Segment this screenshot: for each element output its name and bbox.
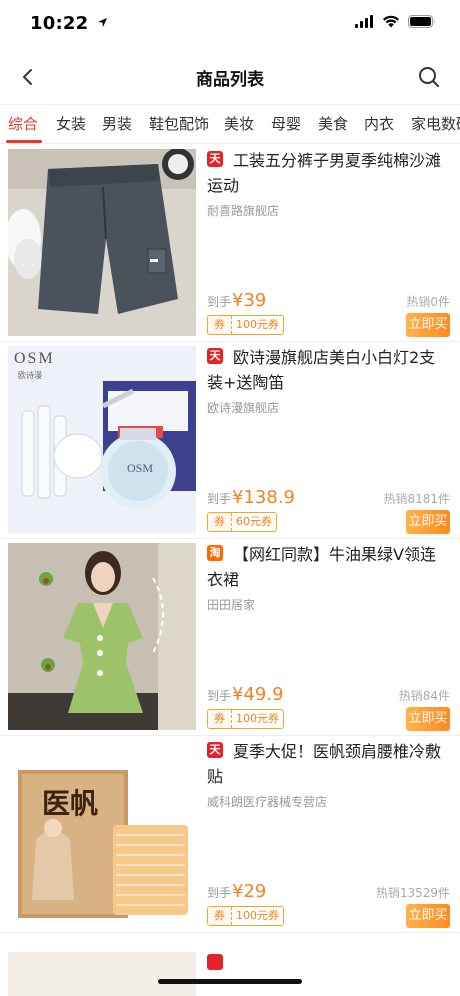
sales-count: 热销13529件 — [375, 886, 450, 900]
product-card-partial[interactable] — [0, 948, 460, 996]
nav-bar: 商品列表 — [0, 52, 460, 102]
tab-comprehensive[interactable]: 综合 — [8, 105, 38, 143]
location-arrow-icon — [97, 17, 107, 28]
coupon-badge: 券 100元券 — [207, 315, 284, 335]
product-title[interactable]: 欧诗漫旗舰店美白小白灯2支装+送陶笛 — [207, 345, 450, 395]
buy-now-button[interactable]: 立即买 — [406, 313, 450, 337]
price-row: 到手 ¥39 — [207, 290, 266, 311]
product-card[interactable]: 淘 【网红同款】牛油果绿V领连衣裙 田田居家 到手 ¥49.9 热销84件 券 … — [0, 539, 460, 736]
coupon-tag: 券 — [208, 316, 232, 334]
tab-beauty[interactable]: 美妆 — [224, 105, 254, 143]
tab-shoes-bags[interactable]: 鞋包配饰 — [149, 105, 209, 143]
product-image-brand: 医帆 — [42, 789, 99, 820]
shop-name: 威科朗医疗器械专营店 — [207, 795, 328, 809]
product-image[interactable] — [8, 149, 196, 336]
coupon-value: 60元券 — [232, 513, 276, 531]
tab-women[interactable]: 女装 — [56, 105, 86, 143]
coupon-value: 100元券 — [232, 907, 283, 925]
coupon-value: 100元券 — [232, 316, 283, 334]
shop-name: 欧诗漫旗舰店 — [207, 401, 280, 415]
tmall-badge-icon — [207, 954, 223, 970]
tab-men[interactable]: 男装 — [102, 105, 132, 143]
product-image[interactable] — [8, 952, 196, 996]
product-info: 天 夏季大促！医帆颈肩腰椎冷敷贴 威科朗医疗器械专营店 到手 ¥29 热销135… — [207, 736, 452, 933]
product-title[interactable]: 【网红同款】牛油果绿V领连衣裙 — [207, 542, 450, 592]
coupon-tag: 券 — [208, 710, 232, 728]
sales-count: 热销0件 — [406, 295, 450, 309]
price-prefix: 到手 — [207, 886, 232, 900]
buy-now-button[interactable]: 立即买 — [406, 707, 450, 731]
category-tabs: 综合 女装 男装 鞋包配饰 美妆 母婴 美食 内衣 家电数码 — [0, 104, 460, 144]
tab-underwear[interactable]: 内衣 — [364, 105, 394, 143]
cellular-signal-icon — [355, 15, 373, 28]
product-title[interactable]: 夏季大促！医帆颈肩腰椎冷敷贴 — [207, 739, 450, 789]
product-card[interactable]: 天 工装五分裤子男夏季纯棉沙滩运动 耐喜路旗舰店 到手 ¥39 热销0件 券 1… — [0, 145, 460, 342]
buy-now-button[interactable]: 立即买 — [406, 904, 450, 928]
product-info: 天 工装五分裤子男夏季纯棉沙滩运动 耐喜路旗舰店 到手 ¥39 热销0件 券 1… — [207, 145, 452, 342]
price-value: ¥39 — [232, 290, 267, 311]
product-card[interactable]: OSM 欧诗漫 OSM 天 欧诗漫旗舰店美白小白灯2支装+送陶笛 欧诗漫旗舰店 … — [0, 342, 460, 539]
coupon-value: 100元券 — [232, 710, 283, 728]
tab-food[interactable]: 美食 — [318, 105, 348, 143]
active-tab-indicator — [6, 140, 42, 143]
price-row: 到手 ¥29 — [207, 881, 266, 902]
product-image-bottle-brand: OSM — [127, 461, 154, 475]
sales-count: 热销8181件 — [383, 492, 450, 506]
product-info: 天 欧诗漫旗舰店美白小白灯2支装+送陶笛 欧诗漫旗舰店 到手 ¥138.9 热销… — [207, 342, 452, 539]
price-prefix: 到手 — [207, 689, 232, 703]
price-value: ¥29 — [232, 881, 267, 902]
coupon-tag: 券 — [208, 907, 232, 925]
coupon-badge: 券 60元券 — [207, 512, 277, 532]
battery-icon — [408, 15, 435, 28]
price-row: 到手 ¥49.9 — [207, 684, 284, 705]
shop-name: 耐喜路旗舰店 — [207, 204, 280, 218]
product-image[interactable] — [8, 543, 196, 730]
coupon-badge: 券 100元券 — [207, 906, 284, 926]
product-image-brand: OSM — [14, 350, 55, 367]
price-row: 到手 ¥138.9 — [207, 487, 295, 508]
status-bar: 10:22 — [0, 0, 460, 50]
shop-name: 田田居家 — [207, 598, 256, 612]
product-info: 淘 【网红同款】牛油果绿V领连衣裙 田田居家 到手 ¥49.9 热销84件 券 … — [207, 539, 452, 736]
buy-now-button[interactable]: 立即买 — [406, 510, 450, 534]
product-image[interactable]: 医帆 — [8, 740, 196, 927]
price-value: ¥49.9 — [232, 684, 284, 705]
product-title[interactable]: 工装五分裤子男夏季纯棉沙滩运动 — [207, 148, 450, 198]
search-button[interactable] — [414, 62, 444, 92]
product-card[interactable]: 医帆 天 夏季大促！医帆颈肩腰椎冷敷贴 威科朗医疗器械专营店 到手 ¥29 热销… — [0, 736, 460, 933]
price-prefix: 到手 — [207, 492, 232, 506]
product-image[interactable]: OSM 欧诗漫 OSM — [8, 346, 196, 533]
tab-appliances[interactable]: 家电数码 — [411, 105, 460, 143]
coupon-tag: 券 — [208, 513, 232, 531]
wifi-icon — [383, 15, 399, 28]
search-icon — [419, 67, 439, 87]
status-time: 10:22 — [30, 13, 108, 34]
product-image-brand-cn: 欧诗漫 — [18, 371, 42, 380]
sales-count: 热销84件 — [398, 689, 450, 703]
page-title: 商品列表 — [196, 70, 264, 90]
tab-baby[interactable]: 母婴 — [271, 105, 301, 143]
price-prefix: 到手 — [207, 295, 232, 309]
price-value: ¥138.9 — [232, 487, 295, 508]
coupon-badge: 券 100元券 — [207, 709, 284, 729]
home-indicator[interactable] — [158, 979, 302, 984]
